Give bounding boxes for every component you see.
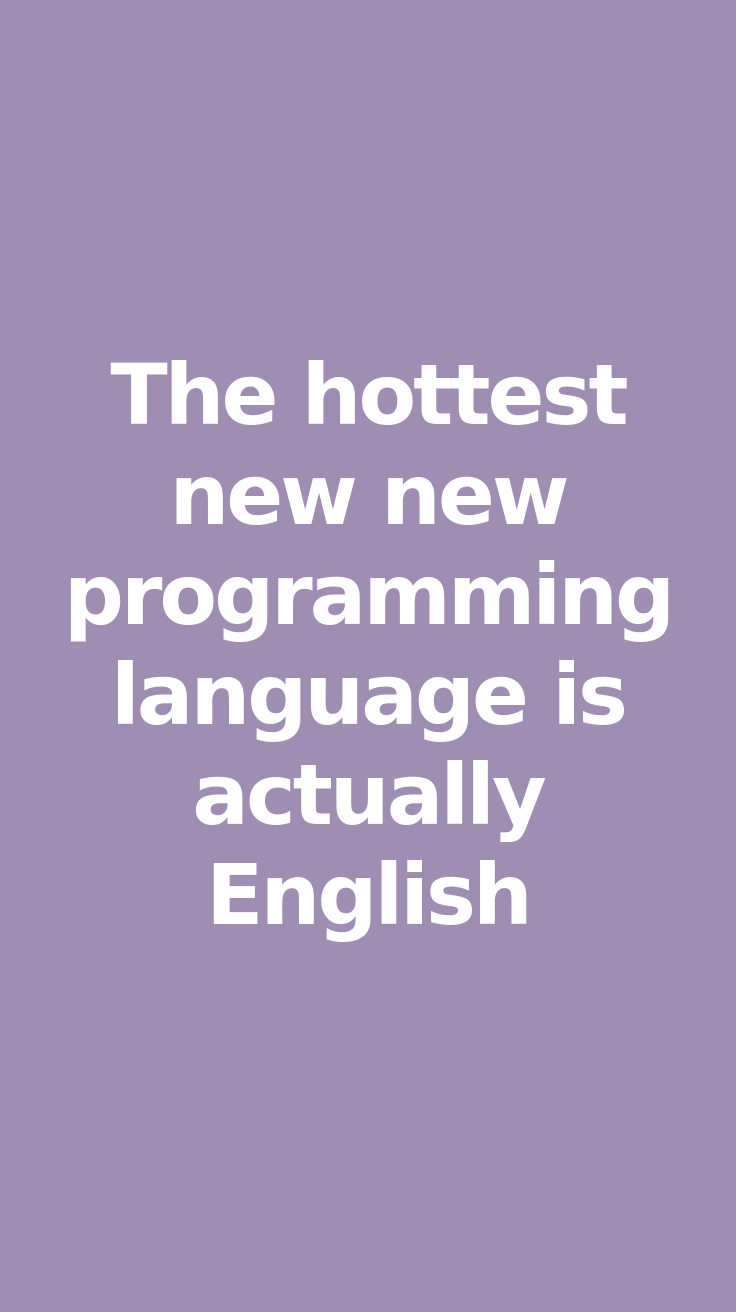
headline: The hottest new new programming language… <box>0 345 736 945</box>
headline-line: language is <box>110 646 628 744</box>
headline-line: programming <box>63 546 675 644</box>
headline-line: The hottest <box>110 346 628 444</box>
headline-line: English <box>206 846 533 944</box>
headline-line: new new <box>169 446 570 544</box>
slide-background: The hottest new new programming language… <box>0 0 736 1312</box>
headline-line: actually <box>192 746 546 844</box>
